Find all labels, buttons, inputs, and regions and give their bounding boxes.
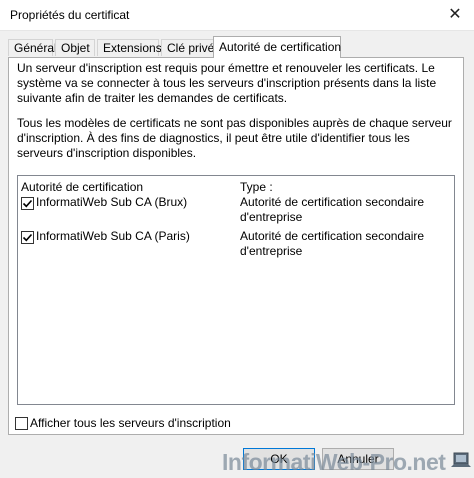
close-button[interactable]: ✕ [436,0,474,30]
show-all-servers-label: Afficher tous les serveurs d'inscription [30,416,231,430]
column-header-type[interactable]: Type : [240,180,273,194]
laptop-icon [451,452,471,467]
title-bar: Propriétés du certificat ✕ [0,0,474,31]
tab-autorite-de-certification[interactable]: Autorité de certification [213,36,341,58]
server-type: Autorité de certification secondaire d'e… [240,195,425,224]
tab-general[interactable]: Général [8,39,57,56]
cancel-button[interactable]: Annuler [322,448,394,470]
tab-panel: Un serveur d'inscription est requis pour… [8,57,464,435]
description-paragraph-2: Tous les modèles de certificats ne sont … [17,116,452,160]
tab-objet[interactable]: Objet [55,39,95,56]
tab-extensions[interactable]: Extensions [97,39,162,56]
description-paragraph-1: Un serveur d'inscription est requis pour… [17,61,437,105]
server-type: Autorité de certification secondaire d'e… [240,229,425,258]
ok-button[interactable]: OK [243,448,315,470]
list-item[interactable]: InformatiWeb Sub CA (Brux) Autorité de c… [21,195,451,227]
checkmark-icon [22,199,33,208]
window-title: Propriétés du certificat [10,8,130,22]
server-name: InformatiWeb Sub CA (Brux) [36,195,188,209]
server-checkbox[interactable] [21,197,34,210]
server-checkbox[interactable] [21,231,34,244]
server-name: InformatiWeb Sub CA (Paris) [36,229,190,243]
server-list[interactable]: Autorité de certification Type : Informa… [17,175,455,405]
tab-cle-privee[interactable]: Clé privée [161,39,221,56]
show-all-servers-checkbox[interactable] [15,417,28,430]
list-item[interactable]: InformatiWeb Sub CA (Paris) Autorité de … [21,229,451,261]
checkmark-icon [22,233,33,242]
column-header-authority[interactable]: Autorité de certification [21,180,143,194]
